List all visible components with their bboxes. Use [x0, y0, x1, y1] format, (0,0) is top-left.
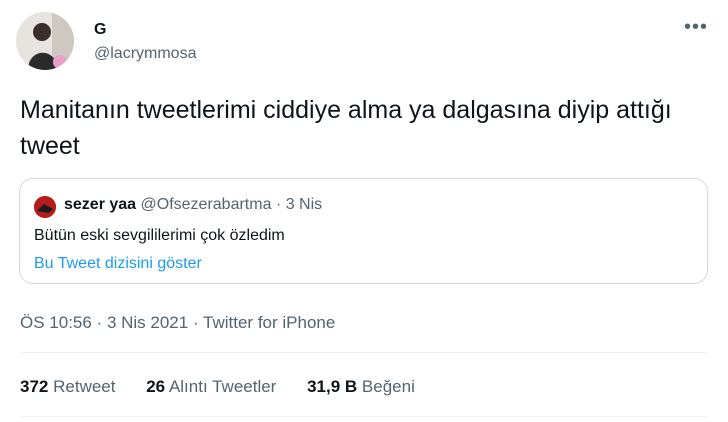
likes-label: Beğeni — [361, 377, 415, 396]
quoted-tweet-card[interactable]: sezer yaa @Ofsezerabartma · 3 Nis Bütün … — [19, 178, 708, 284]
meta-separator: · — [91, 313, 107, 332]
quoted-separator: · — [271, 196, 286, 213]
divider — [20, 352, 708, 353]
tweet-stats: 372 Retweet 26 Alıntı Tweetler 31,9 B Be… — [20, 377, 441, 397]
author-avatar[interactable] — [16, 12, 74, 70]
divider — [20, 416, 708, 417]
tweet-meta: ÖS 10:56 · 3 Nis 2021 · Twitter for iPho… — [20, 313, 335, 333]
tweet-time[interactable]: ÖS 10:56 — [20, 313, 92, 332]
quote-tweets-stat[interactable]: 26 Alıntı Tweetler — [146, 377, 276, 397]
quoted-author-name[interactable]: sezer yaa — [64, 196, 136, 213]
likes-count: 31,9 B — [307, 377, 358, 396]
quote-tweets-count: 26 — [146, 377, 166, 396]
tweet-text: Manitanın tweetlerimi ciddiye alma ya da… — [20, 96, 672, 160]
retweets-count: 372 — [20, 377, 49, 396]
quoted-tweet-text: Bütün eski sevgililerimi çok özledim — [34, 227, 285, 244]
avatar-photo-icon — [34, 196, 56, 218]
author-display-name[interactable]: G — [94, 21, 106, 39]
more-dots-icon[interactable]: ••• — [684, 16, 708, 39]
author-handle[interactable]: @lacrymmosa — [94, 45, 196, 63]
retweets-label: Retweet — [53, 377, 116, 396]
quoted-tweet-header: sezer yaa @Ofsezerabartma · 3 Nis — [64, 196, 322, 214]
show-thread-link[interactable]: Bu Tweet dizisini göster — [34, 255, 202, 273]
tweet-source[interactable]: Twitter for iPhone — [203, 313, 335, 332]
quoted-author-handle[interactable]: @Ofsezerabartma — [141, 196, 272, 213]
meta-separator: · — [188, 313, 204, 332]
quoted-date[interactable]: 3 Nis — [286, 196, 322, 213]
quote-tweets-label: Alıntı Tweetler — [168, 377, 277, 396]
retweets-stat[interactable]: 372 Retweet — [20, 377, 115, 397]
quoted-author-avatar[interactable] — [34, 196, 56, 218]
avatar-photo-icon — [16, 12, 74, 70]
tweet-date[interactable]: 3 Nis 2021 — [107, 313, 188, 332]
likes-stat[interactable]: 31,9 B Beğeni — [307, 377, 415, 397]
